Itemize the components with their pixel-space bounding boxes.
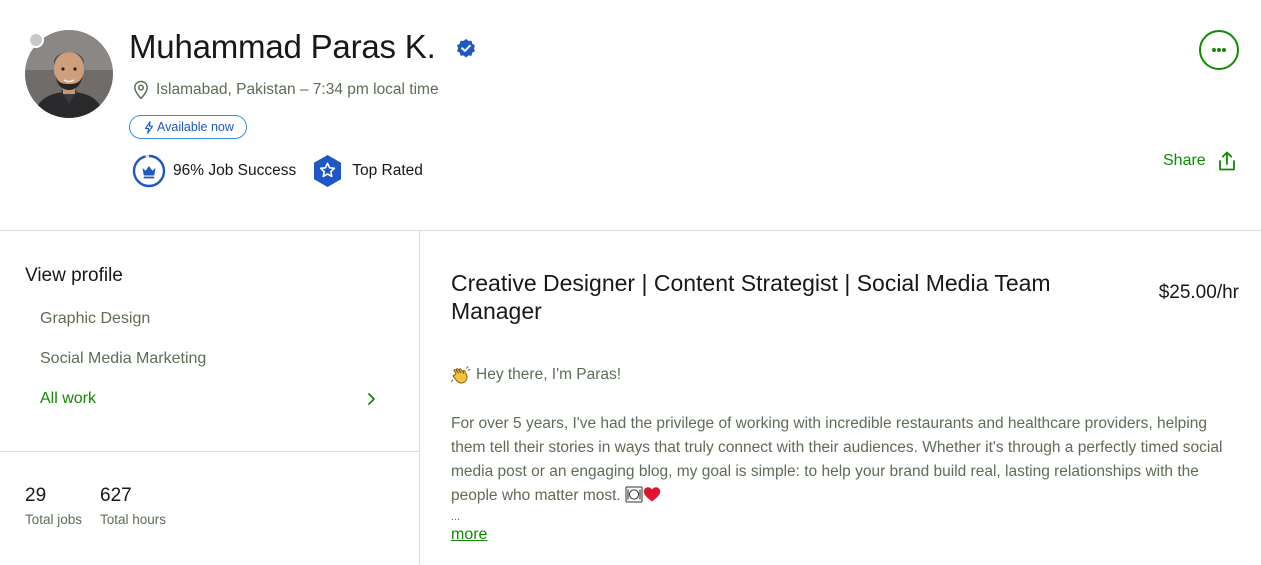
top-rated-badge-icon[interactable]	[312, 154, 343, 188]
all-work-label: All work	[40, 390, 97, 407]
stat-total-hours: 627 Total hours	[100, 485, 166, 527]
total-hours-label: Total hours	[100, 512, 167, 527]
read-more-link[interactable]: more	[451, 526, 487, 544]
chevron-right-icon	[368, 393, 375, 405]
share-upload-icon	[1218, 151, 1235, 171]
plate-cutlery-icon	[625, 486, 643, 503]
profile-sidebar: View profile Graphic Design Social Media…	[0, 231, 420, 565]
more-options-button[interactable]	[1199, 30, 1239, 70]
total-jobs-label: Total jobs	[25, 512, 83, 527]
profile-header: Muhammad Paras K. Islamabad, Pakistan – …	[0, 0, 1261, 231]
job-success-text: 96% Job Success	[173, 162, 297, 179]
view-profile-heading: View profile	[25, 265, 123, 286]
profile-overview: Creative Designer | Content Strategist |…	[421, 231, 1261, 565]
description-text: For over 5 years, I've had the privilege…	[451, 415, 1223, 504]
sidebar-divider	[0, 451, 420, 452]
total-hours-value: 627	[100, 485, 132, 506]
stat-total-jobs: 29 Total jobs	[25, 485, 82, 527]
share-button[interactable]: Share	[1163, 150, 1238, 172]
job-success-crown-icon[interactable]	[132, 154, 166, 188]
online-status-indicator	[28, 32, 44, 48]
availability-text: Available now	[157, 120, 234, 134]
greeting-text: Hey there, I'm Paras!	[476, 366, 622, 383]
ellipsis-icon	[1212, 48, 1226, 52]
freelancer-name: Muhammad Paras K.	[129, 28, 436, 65]
total-jobs-value: 29	[25, 485, 47, 506]
hourly-rate: $25.00/hr	[1158, 282, 1239, 303]
verified-badge-icon	[457, 38, 475, 58]
availability-badge[interactable]: Available now	[129, 115, 247, 139]
sidebar-item-social-media-marketing[interactable]: Social Media Marketing	[40, 350, 206, 368]
profile-badges: 96% Job Success Top Rated	[132, 154, 423, 188]
lightning-bolt-icon	[144, 120, 154, 134]
profile-description: For over 5 years, I've had the privilege…	[451, 412, 1243, 508]
description-ellipsis: ...	[451, 511, 461, 523]
share-label: Share	[1163, 152, 1206, 169]
greeting-line: Hey there, I'm Paras!	[451, 365, 621, 385]
profile-title: Creative Designer | Content Strategist |…	[451, 270, 1051, 324]
waving-hand-icon	[451, 366, 471, 384]
location-text: Islamabad, Pakistan – 7:34 pm local time	[156, 81, 439, 98]
avatar[interactable]	[25, 30, 113, 118]
location-pin-icon	[134, 80, 148, 100]
red-heart-icon	[643, 487, 661, 502]
location-line: Islamabad, Pakistan – 7:34 pm local time	[133, 80, 439, 100]
sidebar-item-graphic-design[interactable]: Graphic Design	[40, 310, 150, 328]
top-rated-text: Top Rated	[352, 162, 423, 179]
sidebar-item-all-work[interactable]: All work	[40, 390, 376, 408]
